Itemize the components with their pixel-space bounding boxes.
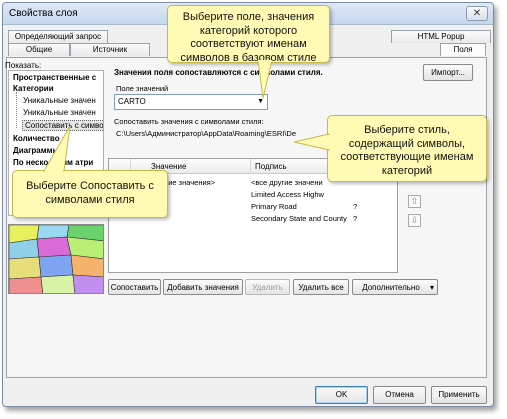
add-values-button[interactable]: Добавить значения xyxy=(163,279,243,295)
callout-pointer xyxy=(257,60,273,99)
table-cell-label[interactable]: Limited Access Highw xyxy=(251,190,324,199)
import-button[interactable]: Импорт... xyxy=(423,64,473,81)
move-up-button[interactable]: ⇧ xyxy=(408,195,421,208)
symbology-preview-map xyxy=(8,224,104,294)
value-field-label: Поле значений xyxy=(116,84,169,93)
dropdown-arrow-icon: ▾ xyxy=(429,283,434,292)
callout-pointer xyxy=(293,133,330,151)
tab-source[interactable]: Источник xyxy=(70,43,150,56)
show-label: Показать: xyxy=(5,61,42,70)
tab-definition-query[interactable]: Определяющий запрос xyxy=(8,30,108,43)
table-cell-label[interactable]: Primary Road xyxy=(251,202,297,211)
tree-item-features[interactable]: Пространственные с xyxy=(13,73,96,82)
style-label: Сопоставить значения с символами стиля: xyxy=(114,117,264,126)
callout-choose-field: Выберите поле, значения категорий которо… xyxy=(167,5,330,64)
tab-general[interactable]: Общие xyxy=(8,43,70,56)
table-cell-label[interactable]: <все другие значени xyxy=(251,178,323,187)
match-button[interactable]: Сопоставить xyxy=(108,279,161,295)
advanced-button[interactable]: Дополнительно ▾ xyxy=(352,279,438,295)
close-button[interactable]: ✕ xyxy=(466,6,488,21)
move-down-button[interactable]: ⇩ xyxy=(408,214,421,227)
tree-item-unique-values-many[interactable]: Уникальные значен xyxy=(23,108,96,117)
tree-item-categories[interactable]: Категории xyxy=(13,84,54,93)
table-cell-label[interactable]: Secondary State and County xyxy=(251,214,347,223)
callout-choose-style: Выберите стиль, содержащий символы, соот… xyxy=(327,115,487,182)
renderer-heading: Значения поля сопоставляются с символами… xyxy=(114,68,323,77)
ok-button[interactable]: OK xyxy=(315,386,368,404)
callout-choose-match: Выберите Сопоставить с символами стиля xyxy=(12,170,168,218)
remove-button[interactable]: Удалить xyxy=(245,279,290,295)
cancel-button[interactable]: Отмена xyxy=(373,386,426,404)
remove-all-button[interactable]: Удалить все xyxy=(293,279,349,295)
tab-html-popup[interactable]: HTML Popup xyxy=(391,30,491,43)
unmatched-mark: ? xyxy=(353,202,358,211)
value-field-value: CARTO xyxy=(118,97,146,106)
advanced-label: Дополнительно xyxy=(362,283,420,292)
tree-item-unique-values[interactable]: Уникальные значен xyxy=(23,96,96,105)
unmatched-mark: ? xyxy=(353,214,358,223)
callout-pointer xyxy=(43,125,71,172)
dialog-title: Свойства слоя xyxy=(9,8,78,19)
apply-button[interactable]: Применить xyxy=(431,386,487,404)
value-field-select[interactable]: CARTO ▼ xyxy=(114,94,268,110)
tab-fields[interactable]: Поля xyxy=(440,43,486,56)
